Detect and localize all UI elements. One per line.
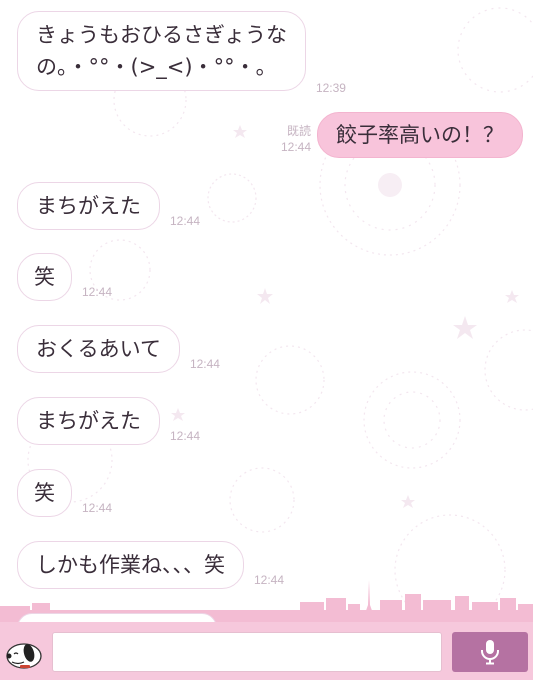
message-time: 12:44 [170, 429, 201, 443]
message-time: 12:44 [170, 214, 201, 228]
snoopy-avatar-icon[interactable] [4, 632, 44, 672]
partial-message-bubble[interactable] [17, 613, 217, 622]
message-text-line: きょうもおひるさぎょうな [36, 23, 287, 47]
message-time: 12:44 [280, 140, 311, 154]
background-decoration [0, 7, 533, 622]
incoming-message-bubble[interactable]: おくるあいて [17, 325, 180, 373]
message-row: きょうもおひるさぎょうな の。・°°・(>_<)・°°・。 12:39 [17, 11, 346, 95]
message-text-line: の。・°°・(>_<)・°°・。 [36, 55, 277, 79]
message-row: まちがえた 12:44 [17, 182, 200, 230]
message-text: 笑 [34, 265, 55, 289]
message-input[interactable] [52, 632, 442, 672]
message-text: まちがえた [36, 409, 141, 433]
message-text: しかも作業ね、、、笑 [36, 553, 225, 577]
incoming-message-bubble[interactable]: きょうもおひるさぎょうな の。・°°・(>_<)・°°・。 [17, 11, 306, 91]
message-row: 笑 12:44 [17, 253, 112, 301]
message-row: まちがえた 12:44 [17, 397, 200, 445]
outgoing-message-bubble[interactable]: 餃子率高いの！？ [317, 112, 523, 158]
incoming-message-bubble[interactable]: しかも作業ね、、、笑 [17, 541, 244, 589]
microphone-button[interactable] [452, 632, 528, 672]
message-time: 12:44 [82, 285, 113, 299]
message-row: 笑 12:44 [17, 469, 112, 517]
message-row: 既読 12:44 餃子率高いの！？ [281, 112, 523, 158]
message-text: おくるあいて [36, 337, 161, 361]
message-time: 12:44 [254, 573, 285, 587]
message-time: 12:39 [315, 81, 346, 95]
incoming-message-bubble[interactable]: まちがえた [17, 182, 160, 230]
microphone-icon [481, 640, 499, 665]
incoming-message-bubble[interactable]: まちがえた [17, 397, 160, 445]
message-text: まちがえた [36, 194, 141, 218]
message-row: しかも作業ね、、、笑 12:44 [17, 541, 284, 589]
message-time: 12:44 [189, 357, 220, 371]
message-row: おくるあいて 12:44 [17, 325, 220, 373]
incoming-message-bubble[interactable]: 笑 [17, 469, 72, 517]
chat-area[interactable]: きょうもおひるさぎょうな の。・°°・(>_<)・°°・。 12:39 既読 1… [0, 0, 533, 622]
message-time: 12:44 [82, 501, 113, 515]
message-input-bar [0, 622, 533, 680]
incoming-message-bubble[interactable]: 笑 [17, 253, 72, 301]
read-receipt: 既読 [286, 124, 311, 138]
message-text: 餃子率高いの！？ [336, 123, 504, 147]
message-text: 笑 [34, 481, 55, 505]
